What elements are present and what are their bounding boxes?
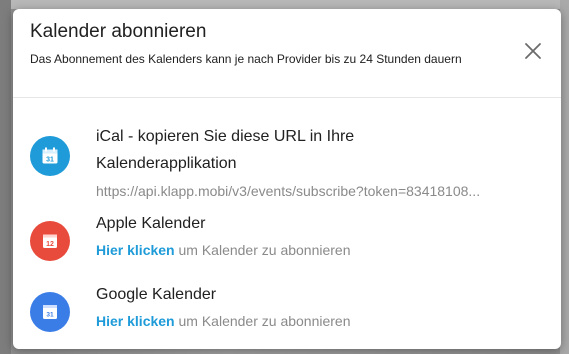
dialog-title: Kalender abonnieren [30, 21, 207, 42]
dialog-subtitle: Das Abonnement des Kalenders kann je nac… [30, 52, 462, 66]
google-avatar: 31 [30, 292, 70, 332]
close-button[interactable] [521, 39, 545, 63]
dialog-header: Kalender abonnieren Das Abonnement des K… [13, 9, 561, 98]
list-item-ical[interactable]: 31 iCal - kopieren Sie diese URL in Ihre… [13, 109, 561, 201]
svg-text:12: 12 [46, 241, 54, 248]
backdrop-right [560, 0, 569, 354]
close-icon [525, 43, 541, 59]
list-item-apple[interactable]: 12 Apple Kalender Hier klicken um Kalend… [13, 209, 561, 269]
calendar-31-icon: 31 [42, 147, 58, 164]
backdrop-left [0, 0, 11, 354]
google-hier-klicken-link[interactable]: Hier klicken [96, 313, 175, 329]
apple-subtitle-rest: um Kalender zu abonnieren [174, 242, 351, 258]
ical-title-line2: Kalenderapplikation [96, 155, 237, 172]
ical-subscribe-url[interactable]: https://api.klapp.mobi/v3/events/subscri… [96, 183, 480, 199]
google-subtitle-rest: um Kalender zu abonnieren [174, 313, 351, 329]
calendar-12-icon: 12 [43, 234, 57, 248]
google-calendar-icon: 31 [43, 305, 57, 319]
ical-title-line1: iCal - kopieren Sie diese URL in Ihre [96, 128, 355, 145]
ical-avatar: 31 [30, 136, 70, 176]
svg-text:31: 31 [46, 312, 54, 319]
google-title: Google Kalender [96, 286, 217, 303]
svg-text:31: 31 [46, 156, 54, 163]
subscribe-dialog: Kalender abonnieren Das Abonnement des K… [13, 9, 561, 349]
apple-title: Apple Kalender [96, 215, 206, 232]
apple-hier-klicken-link[interactable]: Hier klicken [96, 242, 175, 258]
backdrop-top [0, 0, 569, 9]
apple-avatar: 12 [30, 221, 70, 261]
apple-subtitle: Hier klicken um Kalender zu abonnieren [96, 242, 351, 258]
list-item-google[interactable]: 31 Google Kalender Hier klicken um Kalen… [13, 280, 561, 340]
google-subtitle: Hier klicken um Kalender zu abonnieren [96, 313, 351, 329]
